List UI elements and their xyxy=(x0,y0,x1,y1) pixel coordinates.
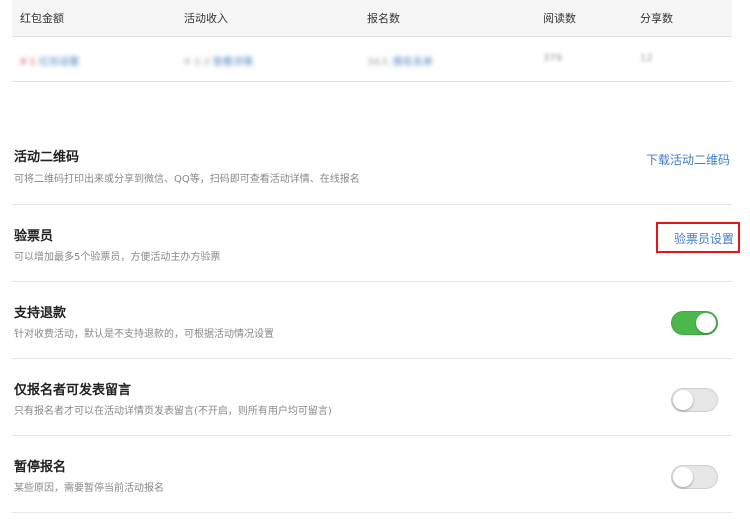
activity-settings-page: 红包金额 活动收入 报名数 阅读数 分享数 ¥ 1 红包设置 ¥ 3.3 查看详… xyxy=(12,0,740,526)
toggle-knob xyxy=(696,313,716,333)
toggle-knob xyxy=(673,467,693,487)
amount-value: ¥ 1 xyxy=(20,57,36,68)
refund-desc: 针对收费活动，默认是不支持退款的，可根据活动情况设置 xyxy=(14,329,274,340)
signups-cell: 34人 报名名单 xyxy=(367,53,433,68)
income-details-link[interactable]: 查看详情 xyxy=(213,57,253,68)
qrcode-title: 活动二维码 xyxy=(14,150,80,165)
shares-value: 12 xyxy=(640,53,653,64)
comment-title: 仅报名者可发表留言 xyxy=(14,383,132,398)
refund-setting: 支持退款 针对收费活动，默认是不支持退款的，可根据活动情况设置 xyxy=(12,282,732,359)
refund-toggle[interactable] xyxy=(671,311,718,335)
stats-table-header: 红包金额 活动收入 报名数 阅读数 分享数 xyxy=(12,0,732,37)
income-value: ¥ 3.3 xyxy=(184,57,210,68)
toggle-knob xyxy=(673,390,693,410)
comment-desc: 只有报名者才可以在活动详情页发表留言(不开启，则所有用户均可留言) xyxy=(14,406,332,417)
ticket-checker-title: 验票员 xyxy=(14,229,54,244)
stats-table: 红包金额 活动收入 报名数 阅读数 分享数 ¥ 1 红包设置 ¥ 3.3 查看详… xyxy=(12,0,732,82)
ticket-checker-settings-link[interactable]: 验票员设置 xyxy=(674,230,734,247)
pause-signup-toggle[interactable] xyxy=(671,465,718,489)
reads-value: 379 xyxy=(543,53,563,64)
header-reads: 阅读数 xyxy=(543,12,576,25)
amount-cell: ¥ 1 红包设置 xyxy=(20,53,79,68)
header-amount: 红包金额 xyxy=(20,12,64,25)
download-qrcode-link[interactable]: 下载活动二维码 xyxy=(646,151,730,168)
signup-list-link[interactable]: 报名名单 xyxy=(393,57,433,68)
signups-value: 34人 xyxy=(367,57,390,68)
comment-toggle[interactable] xyxy=(671,388,718,412)
highlight-box: 验票员设置 xyxy=(656,222,740,253)
table-row: ¥ 1 红包设置 ¥ 3.3 查看详情 34人 报名名单 379 12 xyxy=(12,38,732,82)
pause-signup-title: 暂停报名 xyxy=(14,460,67,475)
refund-title: 支持退款 xyxy=(14,306,67,321)
red-packet-settings-link[interactable]: 红包设置 xyxy=(39,57,79,68)
qrcode-setting: 活动二维码 可将二维码打印出来或分享到微信、QQ等，扫码即可查看活动详情、在线报… xyxy=(12,128,732,205)
comment-setting: 仅报名者可发表留言 只有报名者才可以在活动详情页发表留言(不开启，则所有用户均可… xyxy=(12,359,732,436)
ticket-checker-desc: 可以增加最多5个验票员，方便活动主办方验票 xyxy=(14,252,221,263)
header-signups: 报名数 xyxy=(367,12,400,25)
qrcode-desc: 可将二维码打印出来或分享到微信、QQ等，扫码即可查看活动详情、在线报名 xyxy=(14,174,360,185)
ticket-checker-setting: 验票员 可以增加最多5个验票员，方便活动主办方验票 验票员设置 xyxy=(12,205,740,282)
pause-signup-desc: 某些原因，需要暂停当前活动报名 xyxy=(14,483,164,494)
header-income: 活动收入 xyxy=(184,12,228,25)
header-shares: 分享数 xyxy=(640,12,673,25)
pause-signup-setting: 暂停报名 某些原因，需要暂停当前活动报名 xyxy=(12,436,732,513)
income-cell: ¥ 3.3 查看详情 xyxy=(184,53,253,68)
